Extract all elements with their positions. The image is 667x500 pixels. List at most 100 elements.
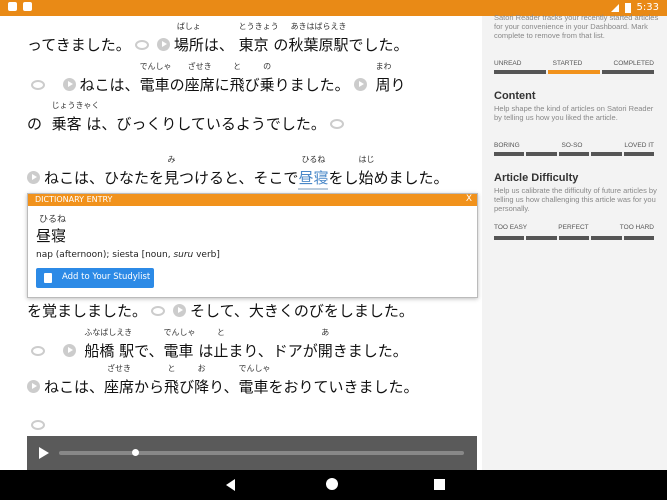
sentence-text[interactable]: ってきました。 — [27, 36, 131, 54]
word[interactable]: 開あ — [318, 328, 333, 361]
word[interactable]: 飛と — [164, 364, 179, 397]
audio-progress-thumb[interactable] — [131, 449, 139, 456]
difficulty-description: Help us calibrate the difficulty of futu… — [494, 186, 657, 213]
sentence-text[interactable]: ねこは、 — [44, 378, 104, 396]
replay-icon[interactable] — [31, 346, 45, 356]
progress-segment[interactable] — [602, 70, 654, 74]
word[interactable]: 周まわ — [375, 62, 391, 95]
sentence-text[interactable]: をおりていきました。 — [269, 378, 419, 396]
sentence-text[interactable]: でした。 — [348, 36, 408, 54]
difficulty-segment[interactable] — [623, 236, 655, 240]
word[interactable]: 飛と — [230, 62, 245, 95]
word[interactable]: 秋葉原駅 あきはばらえき — [288, 22, 348, 55]
close-button[interactable]: X — [466, 194, 472, 204]
word[interactable]: 乗客 じょうきゃく — [52, 101, 100, 134]
speaker-icon[interactable] — [156, 38, 170, 51]
rating-segment[interactable] — [558, 152, 590, 156]
selected-word[interactable]: 昼寝 ひるね — [298, 155, 329, 190]
back-icon[interactable] — [226, 479, 235, 491]
sentence-text[interactable]: りました。 — [275, 76, 350, 94]
speaker-icon[interactable] — [27, 380, 40, 393]
word[interactable]: 電車 でんしゃ — [140, 62, 172, 95]
speaker-icon[interactable] — [353, 78, 367, 91]
progress-completed[interactable]: COMPLETED — [614, 60, 654, 67]
difficulty-segment[interactable] — [558, 236, 590, 240]
replay-icon[interactable] — [134, 40, 149, 50]
progress-started[interactable]: STARTED — [553, 60, 583, 67]
word[interactable]: 東京 とうきょう — [239, 22, 279, 55]
replay-icon[interactable] — [31, 80, 45, 90]
rating-loved-it[interactable]: LOVED IT — [624, 142, 654, 149]
sentence-line: ねこは、座席 ざせき から飛とび降おり、電車 でんしゃ をおりていきました。 — [27, 364, 419, 397]
play-icon[interactable] — [39, 447, 49, 459]
sentence-text[interactable]: は、びっくりしているようでした。 — [86, 115, 326, 133]
clock: 5:33 — [636, 2, 659, 13]
sentence-text[interactable]: きました。 — [333, 342, 408, 360]
word[interactable]: 降お — [194, 364, 209, 397]
speaker-icon[interactable] — [173, 304, 187, 317]
difficulty-segment[interactable] — [526, 236, 557, 240]
difficulty-too-easy[interactable]: TOO EASY — [494, 224, 527, 231]
difficulty-segment[interactable] — [591, 236, 622, 240]
sentence-text[interactable]: ねこは、 — [80, 76, 140, 94]
sentence-text[interactable]: をし — [328, 169, 358, 187]
word[interactable]: 座席 ざせき — [104, 364, 134, 397]
sentence-text[interactable]: 駅で、 — [119, 342, 163, 360]
replay-icon[interactable] — [31, 420, 45, 430]
content-labels: BORING SO-SO LOVED IT — [494, 142, 654, 149]
difficulty-perfect[interactable]: PERFECT — [558, 224, 588, 231]
rating-segment[interactable] — [591, 152, 622, 156]
speaker-icon[interactable] — [62, 344, 76, 357]
sentence-text[interactable]: まり、ドアが — [228, 342, 317, 360]
sentence-text[interactable]: めました。 — [373, 169, 448, 187]
sentence-text[interactable]: の — [273, 36, 288, 54]
sentence-text[interactable]: び — [179, 378, 194, 396]
progress-unread[interactable]: UNREAD — [494, 60, 521, 67]
rating-segment[interactable] — [494, 152, 525, 156]
word[interactable]: 電車 でんしゃ — [164, 328, 196, 361]
sentence-text[interactable]: ねこは、ひなたを — [44, 169, 164, 187]
signal-icon — [610, 3, 619, 12]
difficulty-rating-bar[interactable] — [494, 236, 655, 240]
add-to-studylist-button[interactable]: Add to Your Studylist — [36, 268, 154, 288]
replay-icon[interactable] — [151, 306, 166, 316]
recents-icon[interactable] — [434, 479, 445, 490]
sentence-line: ってきました。 場所 ばしょ は、 東京 とうきょう の秋葉原駅 あきはばらえき でした。 — [27, 22, 408, 55]
replay-icon[interactable] — [329, 119, 344, 129]
android-nav-bar — [0, 470, 667, 500]
word[interactable]: 見み — [164, 155, 179, 188]
difficulty-too-hard[interactable]: TOO HARD — [620, 224, 654, 231]
sentence-text[interactable]: は — [198, 342, 213, 360]
sentence-text[interactable]: を覚ましました。 — [27, 302, 147, 320]
sentence-text[interactable]: り、 — [209, 378, 238, 396]
word[interactable]: 電車 でんしゃ — [239, 364, 271, 397]
word[interactable]: 乗の — [260, 62, 275, 95]
sentence-text[interactable]: び — [245, 76, 260, 94]
rating-segment[interactable] — [623, 152, 655, 156]
word[interactable]: 場所 ばしょ — [174, 22, 204, 55]
word[interactable]: 船橋 ふなばしえき — [84, 328, 132, 361]
sentence-text[interactable]: そして、大きくのびをしました。 — [190, 302, 414, 320]
sentence-text[interactable]: の — [27, 115, 42, 133]
word[interactable]: 座席 ざせき — [185, 62, 215, 95]
sentence-text[interactable]: つけると、そこで — [179, 169, 298, 187]
progress-segment[interactable] — [494, 70, 546, 74]
rating-boring[interactable]: BORING — [494, 142, 520, 149]
speaker-icon[interactable] — [62, 78, 76, 91]
sentence-text[interactable]: り — [390, 76, 405, 94]
rating-segment[interactable] — [526, 152, 557, 156]
speaker-icon[interactable] — [27, 171, 40, 184]
sentence-text[interactable]: に — [215, 76, 230, 94]
content-rating-bar[interactable] — [494, 152, 655, 156]
difficulty-segment[interactable] — [494, 236, 525, 240]
audio-progress-track[interactable] — [59, 449, 464, 456]
sentence-text[interactable]: の — [170, 76, 185, 94]
word[interactable]: 止と — [213, 328, 228, 361]
sentence-text[interactable]: から — [134, 378, 164, 396]
progress-segment-selected[interactable] — [548, 70, 600, 74]
word[interactable]: 始はじ — [358, 155, 374, 188]
progress-bar[interactable] — [494, 70, 654, 74]
rating-so-so[interactable]: SO-SO — [562, 142, 583, 149]
home-icon[interactable] — [326, 478, 338, 490]
sentence-text[interactable]: は、 — [204, 36, 234, 54]
